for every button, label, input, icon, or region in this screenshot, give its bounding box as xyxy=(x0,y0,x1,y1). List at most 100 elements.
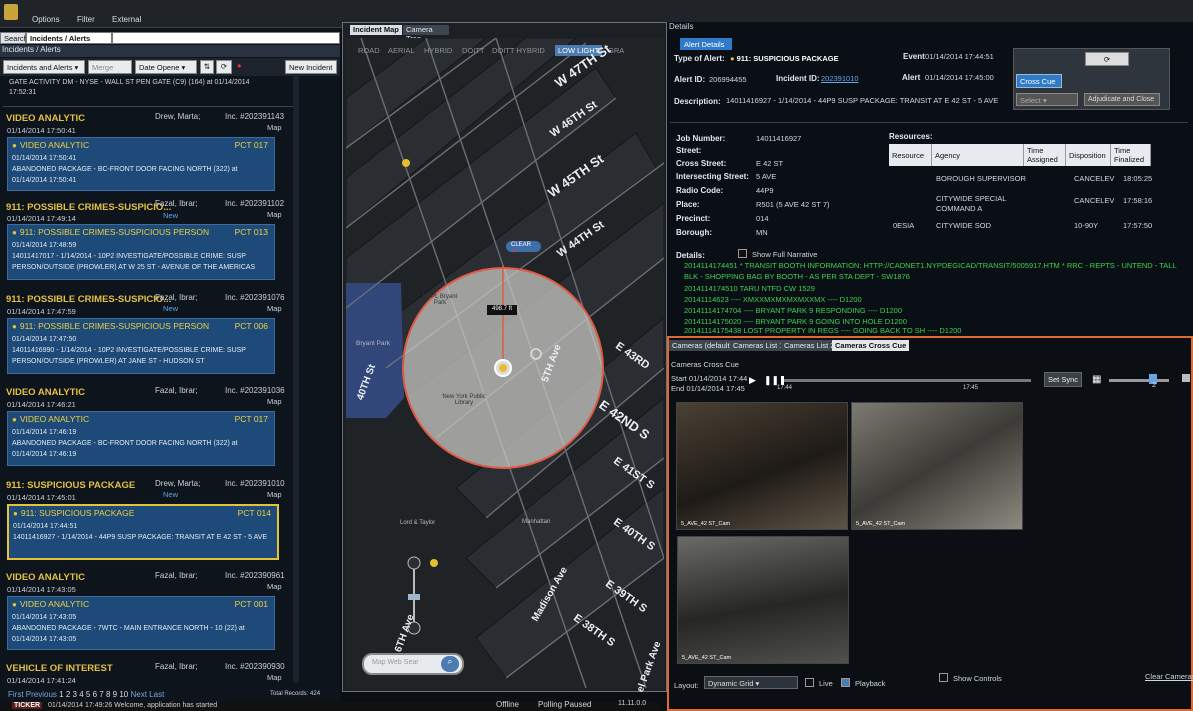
incident-id-link[interactable]: 202391010 xyxy=(821,74,859,83)
incidents-filter-dropdown[interactable]: Incidents and Alerts ▾ xyxy=(3,60,85,74)
camera-feed[interactable]: 5_AVE_42 ST_Cam xyxy=(851,402,1023,530)
incident-date: 01/14/2014 17:47:59 xyxy=(7,307,76,316)
event-value: 01/14/2014 17:44:51 xyxy=(925,52,994,61)
tab-camera-tree[interactable]: Camera Tree xyxy=(403,25,449,43)
cross-cue-button[interactable]: Cross Cue xyxy=(1016,74,1062,88)
camera-caption: 5_AVE_42 ST_Cam xyxy=(856,521,906,527)
alert-card[interactable]: VIDEO ANALYTIC PCT 001 01/14/2014 17:43:… xyxy=(7,596,275,650)
set-sync-button[interactable]: Set Sync xyxy=(1044,372,1082,387)
menu-filter[interactable]: Filter xyxy=(77,15,95,24)
narrative-line: BLK - SHOPPING BAG BY BOOTH - AS PER STA… xyxy=(684,272,910,281)
playback-checkbox[interactable] xyxy=(841,678,850,687)
column-header[interactable]: Agency xyxy=(932,144,1024,166)
alert-card[interactable]: VIDEO ANALYTIC PCT 017 01/14/2014 17:50:… xyxy=(7,137,275,191)
timeline-handle[interactable] xyxy=(781,376,784,385)
clear-x-icon: ✕ xyxy=(511,249,517,255)
pager-page[interactable]: 4 xyxy=(79,690,83,699)
tab-incident-map[interactable]: Incident Map xyxy=(350,25,402,35)
tab-cameras-list-2[interactable]: Cameras List 2 xyxy=(781,340,838,351)
alert-card[interactable]: 911: POSSIBLE CRIMES-SUSPICIOUS PERSON P… xyxy=(7,224,275,280)
search-icon[interactable]: ⌕ xyxy=(441,656,459,672)
camera-caption: 5_AVE_42 ST_Cam xyxy=(682,655,732,661)
map-mode[interactable]: HYBRID xyxy=(424,46,452,55)
zoom-handle[interactable] xyxy=(408,594,420,600)
select-dropdown[interactable]: Select ▾ xyxy=(1016,93,1078,106)
column-header[interactable]: Time Finalized xyxy=(1111,144,1151,166)
refresh-icon[interactable]: ⟳ xyxy=(216,60,232,74)
incidents-subheader: Incidents / Alerts xyxy=(0,45,340,57)
pager-page[interactable]: 9 xyxy=(113,690,117,699)
list-scrollbar[interactable] xyxy=(293,76,299,682)
camera-feed[interactable]: 5_AVE_42 ST_Cam xyxy=(677,536,849,664)
show-controls-checkbox[interactable] xyxy=(939,673,948,682)
map-mode[interactable]: AERIAL xyxy=(388,46,415,55)
pager-page[interactable]: 8 xyxy=(106,690,110,699)
sort-direction-icon[interactable]: ⇅ xyxy=(200,60,214,74)
new-badge: New xyxy=(163,304,179,313)
map-mode[interactable]: DOITT xyxy=(462,46,485,55)
fullscreen-icon[interactable] xyxy=(1182,374,1190,382)
map-mode[interactable]: ROAD xyxy=(358,46,380,55)
play-icon[interactable]: ▶ xyxy=(749,375,756,386)
narrative-line: 20141114174704 ---- BRYANT PARK 9 RESPON… xyxy=(684,306,903,315)
zoom-slider[interactable] xyxy=(1109,379,1169,382)
layout-dropdown[interactable]: Dynamic Grid ▾ xyxy=(704,676,798,689)
map-link[interactable]: Map xyxy=(267,490,282,499)
tab-cameras-cross-cue[interactable]: Cameras Cross Cue xyxy=(832,340,910,351)
column-header[interactable]: Time Assigned xyxy=(1024,144,1066,166)
clear-button[interactable]: CLEAR ✕ xyxy=(506,241,541,255)
alert-card-selected[interactable]: 911: SUSPICIOUS PACKAGE PCT 014 01/14/20… xyxy=(7,504,279,560)
pager-page[interactable]: 1 xyxy=(59,690,63,699)
alert-marker-icon[interactable] xyxy=(430,559,438,567)
map-link[interactable]: Map xyxy=(267,304,282,313)
refresh-button[interactable]: ⟳ xyxy=(1085,52,1129,66)
pager-page[interactable]: 3 xyxy=(73,690,77,699)
column-header[interactable]: Disposition xyxy=(1066,144,1111,166)
pager-first[interactable]: First xyxy=(8,690,24,699)
ticker-text: 01/14/2014 17:49:26 Welcome, application… xyxy=(48,702,218,709)
camera-feed[interactable]: 5_AVE_42 ST_Cam xyxy=(676,402,848,530)
pager-last[interactable]: Last xyxy=(149,690,164,699)
map-link[interactable]: Map xyxy=(267,582,282,591)
map-link[interactable]: Map xyxy=(267,123,282,132)
map-link[interactable]: Map xyxy=(267,210,282,219)
tab-search[interactable]: Search xyxy=(0,32,28,44)
new-incident-button[interactable]: New Incident xyxy=(285,60,337,74)
status-polling: Polling Paused xyxy=(538,700,592,709)
merge-button[interactable]: Merge xyxy=(88,60,132,74)
tab-incidents-alerts[interactable]: Incidents / Alerts xyxy=(26,32,112,44)
zoom-in-icon[interactable] xyxy=(407,556,421,570)
pager-page[interactable]: 5 xyxy=(86,690,90,699)
map-link[interactable]: Map xyxy=(267,397,282,406)
menu-options[interactable]: Options xyxy=(32,15,60,24)
clear-cameras-link[interactable]: Clear Cameras xyxy=(1145,672,1193,681)
pager-next[interactable]: Next xyxy=(130,690,146,699)
show-narrative-checkbox[interactable] xyxy=(738,249,747,258)
column-header[interactable]: Resource xyxy=(889,144,932,166)
desc-label: Description: xyxy=(674,97,721,106)
grid-icon[interactable]: ▦ xyxy=(1092,374,1101,385)
live-checkbox[interactable] xyxy=(805,678,814,687)
sort-dropdown[interactable]: Date Opene ▾ xyxy=(135,60,197,74)
menu-external[interactable]: External xyxy=(112,15,141,24)
adjudicate-close-button[interactable]: Adjudicate and Close xyxy=(1084,93,1160,106)
pager-page[interactable]: 10 xyxy=(119,690,128,699)
stop-icon[interactable]: ● xyxy=(236,60,248,74)
map-link[interactable]: Map xyxy=(267,673,282,682)
search-box[interactable] xyxy=(112,32,340,44)
map-search-box[interactable]: Map Web Sear ⌕ xyxy=(362,653,464,675)
tab-cameras-default[interactable]: Cameras (default) xyxy=(669,340,736,351)
map-mode[interactable]: DOITT HYBRID xyxy=(492,46,545,55)
pager-page[interactable]: 6 xyxy=(93,690,97,699)
tab-cameras-list-1[interactable]: Cameras List 1 xyxy=(730,340,787,351)
alert-card[interactable]: 911: POSSIBLE CRIMES-SUSPICIOUS PERSON P… xyxy=(7,318,275,374)
alert-card[interactable]: VIDEO ANALYTIC PCT 017 01/14/2014 17:46:… xyxy=(7,411,275,466)
tab-alert-details[interactable]: Alert Details xyxy=(680,38,732,50)
alert-marker-icon[interactable] xyxy=(402,159,410,167)
pager-page[interactable]: 2 xyxy=(66,690,70,699)
pager-previous[interactable]: Previous xyxy=(26,690,57,699)
pager-page[interactable]: 7 xyxy=(99,690,103,699)
incident-marker-dot xyxy=(499,364,507,372)
incident-number: Inc. #202391076 xyxy=(225,293,285,302)
playback-timeline[interactable] xyxy=(781,379,1031,382)
